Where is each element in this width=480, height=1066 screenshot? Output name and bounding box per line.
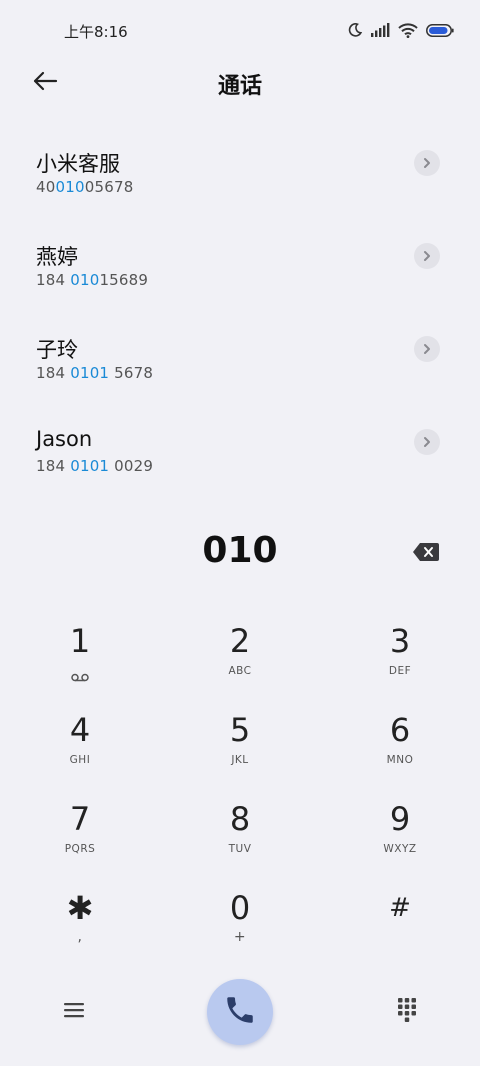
contact-number: 184 0101 0029 (36, 457, 154, 475)
key-letters: PQRS (64, 843, 96, 855)
key-9[interactable]: 9 WXYZ (320, 790, 480, 879)
contact-name: 小米客服 (36, 152, 120, 176)
menu-icon (63, 1001, 85, 1023)
result-item[interactable]: 燕婷 184 01015689 (0, 223, 480, 316)
key-letters: WXYZ (383, 843, 417, 855)
key-5[interactable]: 5 JKL (160, 701, 320, 790)
key-7[interactable]: 7 PQRS (0, 790, 160, 879)
status-bar: 上午8:16 (0, 0, 480, 62)
phone-icon (223, 993, 257, 1031)
key-0[interactable]: 0 + (160, 879, 320, 968)
key-digit: 1 (69, 622, 91, 660)
key-letters: JKL (231, 754, 249, 766)
bottom-bar (0, 978, 480, 1048)
key-letters: TUV (228, 843, 252, 855)
chevron-right-icon (422, 340, 432, 359)
contact-detail-button[interactable] (414, 429, 440, 455)
dialpad-icon (397, 997, 417, 1027)
keypad: 1 2 ABC 3 DEF 4 GHI 5 JKL 6 MNO 7 PQRS 8… (0, 612, 480, 968)
key-digit: 2 (229, 622, 251, 660)
key-hash[interactable]: # (320, 879, 480, 968)
call-button[interactable] (207, 979, 273, 1045)
key-letters: MNO (386, 754, 414, 766)
key-digit: 9 (389, 800, 411, 838)
key-3[interactable]: 3 DEF (320, 612, 480, 701)
key-digit: 5 (229, 711, 251, 749)
page-title: 通话 (217, 74, 262, 99)
chevron-right-icon (422, 433, 432, 452)
status-time: 上午8:16 (64, 23, 128, 41)
key-letters: + (233, 929, 247, 945)
contact-detail-button[interactable] (414, 336, 440, 362)
key-digit: # (389, 893, 411, 923)
contact-number: 184 01015689 (36, 271, 149, 289)
contact-name: 燕婷 (36, 245, 78, 269)
key-letters: GHI (69, 754, 91, 766)
key-digit: 8 (229, 800, 251, 838)
dial-display: 010 (0, 530, 480, 580)
backspace-button[interactable] (412, 542, 440, 564)
key-6[interactable]: 6 MNO (320, 701, 480, 790)
voicemail-icon (71, 667, 89, 686)
key-digit: 3 (389, 622, 411, 660)
backspace-icon (412, 543, 440, 566)
chevron-right-icon (422, 154, 432, 173)
key-letters: DEF (388, 665, 412, 677)
key-digit: 7 (69, 800, 91, 838)
header: 通话 (0, 62, 480, 104)
contact-number: 4001005678 (36, 178, 134, 196)
key-4[interactable]: 4 GHI (0, 701, 160, 790)
key-star[interactable]: ✱ , (0, 879, 160, 968)
key-2[interactable]: 2 ABC (160, 612, 320, 701)
key-1[interactable]: 1 (0, 612, 160, 701)
search-results-list: 小米客服 4001005678 燕婷 184 01015689 子玲 184 0… (0, 130, 480, 502)
key-letters: , (77, 929, 83, 945)
signal-icon (371, 23, 390, 37)
chevron-right-icon (422, 247, 432, 266)
wifi-icon (398, 22, 418, 38)
result-item[interactable]: 小米客服 4001005678 (0, 130, 480, 223)
contact-name: Jason (36, 427, 93, 451)
result-item[interactable]: Jason 184 0101 0029 (0, 409, 480, 502)
moon-icon (347, 22, 363, 38)
status-icons (347, 22, 454, 38)
dialpad-toggle-button[interactable] (393, 998, 421, 1026)
key-digit: 4 (69, 711, 91, 749)
battery-icon (426, 23, 454, 37)
contact-number: 184 0101 5678 (36, 364, 154, 382)
key-letters: ABC (228, 665, 252, 677)
dialed-number: 010 (202, 530, 278, 571)
menu-button[interactable] (60, 998, 88, 1026)
result-item[interactable]: 子玲 184 0101 5678 (0, 316, 480, 409)
contact-detail-button[interactable] (414, 150, 440, 176)
key-digit: 6 (389, 711, 411, 749)
contact-name: 子玲 (36, 338, 78, 362)
contact-detail-button[interactable] (414, 243, 440, 269)
key-8[interactable]: 8 TUV (160, 790, 320, 879)
key-digit: ✱ (66, 889, 94, 927)
key-digit: 0 (229, 889, 251, 927)
